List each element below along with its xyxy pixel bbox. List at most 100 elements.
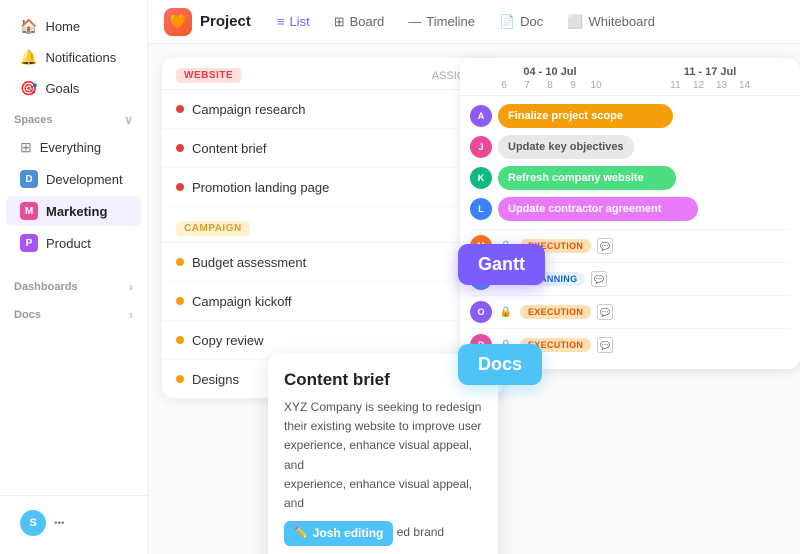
development-dot: D [20, 170, 38, 188]
chevron-right-icon-2: › [129, 308, 133, 322]
table-row[interactable]: Promotion landing page K [162, 168, 502, 207]
task-name: Budget assessment [192, 255, 456, 270]
website-badge: WEBSITE [176, 68, 241, 83]
tab-board[interactable]: ⊞ Board [324, 8, 395, 36]
task-dot [176, 105, 184, 113]
sidebar-item-home[interactable]: 🏠 Home [6, 12, 141, 41]
gantt-tooltip: Gantt [458, 244, 545, 285]
chevron-right-icon: › [129, 280, 133, 294]
dashboards-section: Dashboards › [0, 272, 147, 298]
content-area: WEBSITE ASSIGNEE Campaign research A Con… [148, 44, 800, 554]
josh-editing-badge: ✏️ Josh editing [284, 521, 393, 546]
day-label: 13 [712, 80, 732, 91]
marketing-dot: M [20, 202, 38, 220]
tab-doc[interactable]: 📄 Doc [489, 8, 553, 36]
sidebar: 🏠 Home 🔔 Notifications 🎯 Goals Spaces ∨ … [0, 0, 148, 554]
table-row[interactable]: Campaign research A [162, 90, 502, 129]
docs-content: XYZ Company is seeking to redesign their… [284, 398, 482, 554]
day-label: 7 [517, 80, 537, 91]
task-name: Campaign kickoff [192, 294, 456, 309]
avatar: S [20, 510, 46, 536]
user-profile[interactable]: S ••• [6, 504, 141, 542]
avatar: L [470, 198, 492, 220]
spaces-section: Spaces ∨ [0, 105, 147, 131]
doc-icon: 📄 [499, 14, 515, 30]
tab-whiteboard[interactable]: ⬜ Whiteboard [557, 8, 665, 36]
top-navigation: 🧡 Project ≡ List ⊞ Board — Timeline 📄 Do… [148, 0, 800, 44]
main-area: 🧡 Project ≡ List ⊞ Board — Timeline 📄 Do… [148, 0, 800, 554]
avatar: A [470, 105, 492, 127]
list-icon: ≡ [277, 14, 285, 29]
tab-list[interactable]: ≡ List [267, 8, 320, 35]
task-dot [176, 375, 184, 383]
sidebar-item-marketing[interactable]: M Marketing [6, 196, 141, 226]
lock-icon: 🔒 [498, 304, 514, 320]
task-name: Promotion landing page [192, 180, 456, 195]
gantt-row: A Finalize project scope [470, 104, 790, 128]
board-icon: ⊞ [334, 14, 345, 30]
avatar: J [470, 136, 492, 158]
docs-title: Content brief [284, 370, 482, 390]
chat-icon: 💬 [597, 304, 613, 320]
task-name: Campaign research [192, 102, 456, 117]
gantt-row: K Refresh company website [470, 166, 790, 190]
day-label: 12 [689, 80, 709, 91]
task-list-panel: WEBSITE ASSIGNEE Campaign research A Con… [162, 58, 502, 398]
bell-icon: 🔔 [20, 49, 37, 66]
tab-timeline[interactable]: — Timeline [398, 8, 485, 35]
gantt-panel: 04 - 10 Jul 6 7 8 9 10 11 - 17 Jul 11 12… [460, 58, 800, 369]
sidebar-item-goals[interactable]: 🎯 Goals [6, 74, 141, 103]
sidebar-item-product[interactable]: P Product [6, 228, 141, 258]
gantt-status-row: O 🔒 EXECUTION 💬 [470, 295, 790, 328]
josh-editing-row: ✏️ Josh editing ed brand identity. [284, 517, 482, 554]
sidebar-item-notifications[interactable]: 🔔 Notifications [6, 43, 141, 72]
table-row[interactable]: Campaign kickoff M [162, 282, 502, 321]
whiteboard-icon: ⬜ [567, 14, 583, 30]
goals-icon: 🎯 [20, 80, 37, 97]
campaign-badge: CAMPAIGN [176, 221, 250, 236]
gantt-bar: Update key objectives [498, 135, 634, 159]
gantt-bar: Finalize project scope [498, 104, 673, 128]
table-row[interactable]: Content brief J [162, 129, 502, 168]
timeline-icon: — [408, 14, 421, 29]
gantt-bars: A Finalize project scope J Update key ob… [460, 96, 800, 229]
avatar: K [470, 167, 492, 189]
gantt-bar: Refresh company website [498, 166, 676, 190]
gantt-row: L Update contractor agreement [470, 197, 790, 221]
sidebar-bottom: S ••• [0, 495, 147, 542]
campaign-section-header: CAMPAIGN [162, 211, 502, 243]
gantt-bar: Update contractor agreement [498, 197, 698, 221]
project-title: Project [200, 13, 251, 30]
task-dot [176, 336, 184, 344]
task-dot [176, 258, 184, 266]
day-label: 9 [563, 80, 583, 91]
task-name: Content brief [192, 141, 456, 156]
day-label: 10 [586, 80, 606, 91]
task-name: Copy review [192, 333, 456, 348]
product-dot: P [20, 234, 38, 252]
task-dot [176, 144, 184, 152]
project-icon: 🧡 [164, 8, 192, 36]
gantt-row: J Update key objectives [470, 135, 790, 159]
gantt-week2: 11 - 17 Jul 11 12 13 14 [630, 66, 790, 91]
pencil-icon: ✏️ [294, 525, 308, 543]
day-label: 6 [494, 80, 514, 91]
avatar: O [470, 301, 492, 323]
task-dot [176, 183, 184, 191]
chat-icon: 💬 [597, 337, 613, 353]
status-badge: EXECUTION [520, 305, 591, 319]
docs-tooltip: Docs [458, 344, 542, 385]
chat-icon: 💬 [591, 271, 607, 287]
grid-icon: ⊞ [20, 139, 32, 156]
chevron-icon: ∨ [124, 113, 133, 127]
day-label: 8 [540, 80, 560, 91]
docs-section: Docs › [0, 300, 147, 326]
day-label: 14 [735, 80, 755, 91]
sidebar-item-development[interactable]: D Development [6, 164, 141, 194]
task-dot [176, 297, 184, 305]
home-icon: 🏠 [20, 18, 37, 35]
sidebar-item-everything[interactable]: ⊞ Everything [6, 133, 141, 162]
gantt-week1: 04 - 10 Jul 6 7 8 9 10 [470, 66, 630, 91]
table-row[interactable]: Budget assessment L [162, 243, 502, 282]
user-status-dot: ••• [54, 518, 65, 529]
